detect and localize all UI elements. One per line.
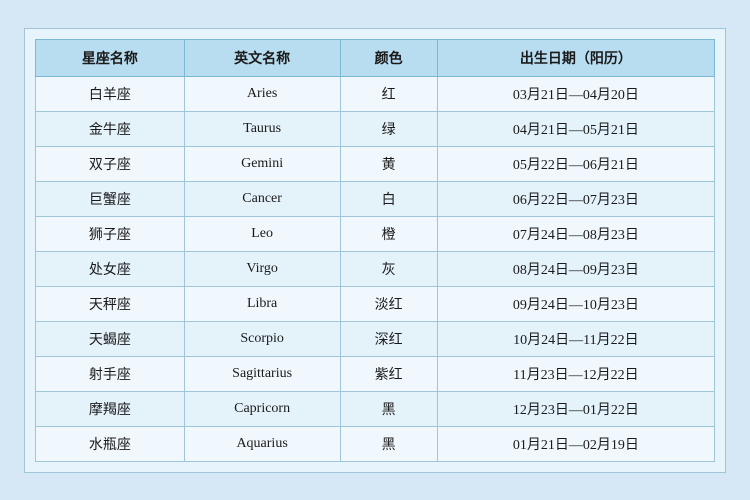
cell-chinese: 天秤座 — [36, 286, 185, 321]
cell-english: Libra — [184, 286, 340, 321]
cell-chinese: 处女座 — [36, 251, 185, 286]
table-row: 双子座Gemini黄05月22日—06月21日 — [36, 146, 715, 181]
cell-color: 黑 — [340, 391, 437, 426]
cell-chinese: 狮子座 — [36, 216, 185, 251]
cell-color: 淡红 — [340, 286, 437, 321]
cell-color: 灰 — [340, 251, 437, 286]
cell-dates: 04月21日—05月21日 — [437, 111, 714, 146]
cell-dates: 06月22日—07月23日 — [437, 181, 714, 216]
cell-chinese: 天蝎座 — [36, 321, 185, 356]
cell-color: 白 — [340, 181, 437, 216]
zodiac-table: 星座名称 英文名称 颜色 出生日期（阳历） 白羊座Aries红03月21日—04… — [35, 39, 715, 462]
cell-dates: 07月24日—08月23日 — [437, 216, 714, 251]
cell-english: Gemini — [184, 146, 340, 181]
cell-english: Virgo — [184, 251, 340, 286]
cell-dates: 08月24日—09月23日 — [437, 251, 714, 286]
cell-chinese: 金牛座 — [36, 111, 185, 146]
cell-color: 绿 — [340, 111, 437, 146]
cell-color: 黄 — [340, 146, 437, 181]
table-row: 天秤座Libra淡红09月24日—10月23日 — [36, 286, 715, 321]
cell-chinese: 射手座 — [36, 356, 185, 391]
cell-chinese: 水瓶座 — [36, 426, 185, 461]
cell-dates: 11月23日—12月22日 — [437, 356, 714, 391]
col-header-chinese: 星座名称 — [36, 39, 185, 76]
cell-english: Scorpio — [184, 321, 340, 356]
table-row: 巨蟹座Cancer白06月22日—07月23日 — [36, 181, 715, 216]
table-row: 处女座Virgo灰08月24日—09月23日 — [36, 251, 715, 286]
table-row: 天蝎座Scorpio深红10月24日—11月22日 — [36, 321, 715, 356]
cell-color: 深红 — [340, 321, 437, 356]
table-row: 摩羯座Capricorn黑12月23日—01月22日 — [36, 391, 715, 426]
table-header-row: 星座名称 英文名称 颜色 出生日期（阳历） — [36, 39, 715, 76]
table-row: 白羊座Aries红03月21日—04月20日 — [36, 76, 715, 111]
cell-color: 红 — [340, 76, 437, 111]
cell-english: Leo — [184, 216, 340, 251]
col-header-english: 英文名称 — [184, 39, 340, 76]
cell-english: Sagittarius — [184, 356, 340, 391]
cell-chinese: 双子座 — [36, 146, 185, 181]
cell-english: Cancer — [184, 181, 340, 216]
cell-chinese: 摩羯座 — [36, 391, 185, 426]
table-row: 金牛座Taurus绿04月21日—05月21日 — [36, 111, 715, 146]
table-row: 水瓶座Aquarius黑01月21日—02月19日 — [36, 426, 715, 461]
cell-color: 橙 — [340, 216, 437, 251]
cell-color: 紫红 — [340, 356, 437, 391]
table-wrapper: 星座名称 英文名称 颜色 出生日期（阳历） 白羊座Aries红03月21日—04… — [24, 28, 726, 473]
table-row: 射手座Sagittarius紫红11月23日—12月22日 — [36, 356, 715, 391]
cell-dates: 12月23日—01月22日 — [437, 391, 714, 426]
cell-chinese: 巨蟹座 — [36, 181, 185, 216]
cell-chinese: 白羊座 — [36, 76, 185, 111]
cell-dates: 10月24日—11月22日 — [437, 321, 714, 356]
cell-english: Capricorn — [184, 391, 340, 426]
cell-english: Aquarius — [184, 426, 340, 461]
cell-dates: 01月21日—02月19日 — [437, 426, 714, 461]
cell-dates: 05月22日—06月21日 — [437, 146, 714, 181]
cell-english: Taurus — [184, 111, 340, 146]
col-header-dates: 出生日期（阳历） — [437, 39, 714, 76]
cell-dates: 03月21日—04月20日 — [437, 76, 714, 111]
table-row: 狮子座Leo橙07月24日—08月23日 — [36, 216, 715, 251]
cell-english: Aries — [184, 76, 340, 111]
cell-dates: 09月24日—10月23日 — [437, 286, 714, 321]
cell-color: 黑 — [340, 426, 437, 461]
col-header-color: 颜色 — [340, 39, 437, 76]
